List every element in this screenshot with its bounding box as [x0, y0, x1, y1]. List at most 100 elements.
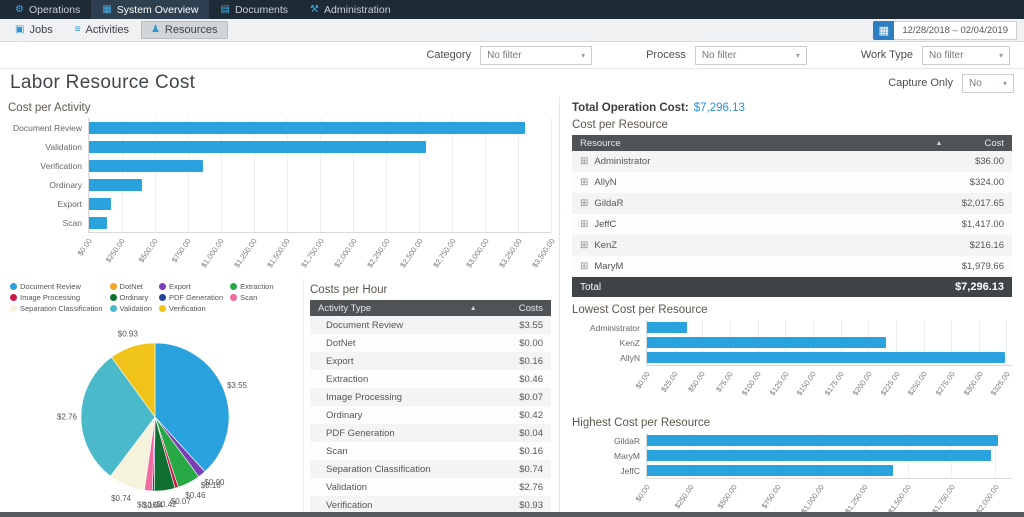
bar-gildar[interactable]	[647, 435, 998, 446]
table-row-ordinary[interactable]: Ordinary $0.42	[310, 406, 551, 424]
pie-value-label: $3.55	[227, 381, 248, 390]
legend-item-pdf-generation[interactable]: PDF Generation	[158, 293, 223, 302]
work-type-filter-select[interactable]: No filter ▾	[922, 45, 1010, 65]
date-range-display[interactable]: 12/28/2018 – 02/04/2019	[894, 20, 1017, 40]
table-row-administrator[interactable]: ⊞ Administrator $36.00	[572, 151, 1012, 172]
tools-icon: ⚒	[310, 3, 320, 15]
legend-item-image-processing[interactable]: Image Processing	[10, 293, 103, 302]
process-filter-select[interactable]: No filter ▾	[694, 45, 807, 65]
legend-label: Extraction	[240, 282, 274, 291]
expand-plus-icon[interactable]: ⊞	[580, 240, 588, 251]
table-row-scan[interactable]: Scan $0.16	[310, 442, 551, 460]
table-row-separation-classification[interactable]: Separation Classification $0.74	[310, 460, 551, 478]
capture-only-value: No	[969, 77, 982, 89]
table-row-marym[interactable]: ⊞ MaryM $1,979.66	[572, 256, 1012, 277]
grid-icon: ▦	[102, 3, 112, 15]
briefcase-icon: ▣	[15, 24, 25, 35]
cost-per-activity-chart: Document Review Validation Verification Ord…	[8, 118, 557, 277]
expand-plus-icon[interactable]: ⊞	[580, 156, 588, 167]
legend-item-ordinary[interactable]: Ordinary	[109, 293, 152, 302]
table-row-gildar[interactable]: ⊞ GildaR $2,017.65	[572, 193, 1012, 214]
table-row-kenz[interactable]: ⊞ KenZ $216.16	[572, 235, 1012, 256]
expand-plus-icon[interactable]: ⊞	[580, 198, 588, 209]
legend-item-document-review[interactable]: Document Review	[10, 282, 103, 291]
nav-documents[interactable]: ▤ Documents	[209, 0, 299, 19]
row-label: MaryM	[594, 261, 624, 272]
sort-ascending-icon[interactable]: ▲	[470, 305, 477, 312]
category-label: Administrator	[589, 322, 640, 333]
axis-tick-label: $1,000.00	[799, 482, 827, 512]
tab-jobs[interactable]: ▣ Jobs	[5, 21, 63, 39]
highest-cost-per-resource-chart: GildaR MaryM JeffC $0.00 $250.00 $500.00 $750…	[572, 433, 1012, 512]
cost-per-resource-table: Resource ▲ Cost ⊞ Administrator $36.00 ⊞ All…	[572, 135, 1012, 297]
row-label: Image Processing	[326, 391, 403, 403]
calendar-button[interactable]: ▦	[873, 20, 895, 40]
costs-per-hour-title: Costs per Hour	[310, 284, 388, 296]
legend-color-dot	[158, 305, 166, 312]
expand-plus-icon[interactable]: ⊞	[580, 177, 588, 188]
bar-jeffc[interactable]	[647, 465, 894, 476]
legend-item-validation[interactable]: Validation	[109, 304, 152, 313]
bar-scan[interactable]	[89, 216, 108, 229]
row-label: Ordinary	[326, 409, 363, 421]
nav-system-overview[interactable]: ▦ System Overview	[91, 0, 210, 19]
table-row-pdf-generation[interactable]: PDF Generation $0.04	[310, 424, 551, 442]
table-row-export[interactable]: Export $0.16	[310, 352, 551, 370]
legend-item-verification[interactable]: Verification	[158, 304, 223, 313]
nav-administration[interactable]: ⚒ Administration	[299, 0, 402, 19]
bar-administrator[interactable]	[647, 322, 687, 333]
table-row-image-processing[interactable]: Image Processing $0.07	[310, 388, 551, 406]
legend-item-scan[interactable]: Scan	[230, 293, 273, 302]
table-header[interactable]: Activity Type ▲ Costs	[310, 300, 551, 316]
bar-allyn[interactable]	[647, 352, 1006, 363]
pie-value-label: $0.74	[111, 494, 132, 503]
table-header[interactable]: Resource ▲ Cost	[572, 135, 1012, 151]
main-content: Cost per Activity Document Review Validat…	[0, 97, 1024, 512]
legend-item-extraction[interactable]: Extraction	[230, 282, 274, 291]
expand-plus-icon[interactable]: ⊞	[580, 261, 588, 272]
total-operation-cost-value[interactable]: $7,296.13	[694, 102, 745, 114]
column-header-resource[interactable]: Resource	[580, 138, 936, 149]
bottom-left-panels: Document Review DotNet Export Extraction Ima…	[8, 279, 551, 512]
tab-activities[interactable]: ≡ Activities	[65, 21, 139, 39]
column-header-costs[interactable]: Costs	[519, 303, 543, 314]
bar-document-review[interactable]	[89, 121, 525, 134]
capture-only-select[interactable]: No ▾	[962, 73, 1014, 93]
table-row-allyn[interactable]: ⊞ AllyN $324.00	[572, 172, 1012, 193]
column-header-activity-type[interactable]: Activity Type	[318, 303, 470, 314]
expand-plus-icon[interactable]: ⊞	[580, 219, 588, 230]
table-row-document-review[interactable]: Document Review $3.55	[310, 316, 551, 334]
table-row-extraction[interactable]: Extraction $0.46	[310, 370, 551, 388]
axis-tick-label: $0.00	[633, 482, 652, 504]
nav-operations[interactable]: ⚙ Operations	[4, 0, 91, 19]
table-row-verification[interactable]: Verification $0.93	[310, 496, 551, 512]
legend-item-export[interactable]: Export	[158, 282, 223, 291]
sort-ascending-icon[interactable]: ▲	[936, 140, 943, 147]
axis-tick-label: $1,000.00	[199, 236, 227, 270]
column-header-cost[interactable]: Cost	[984, 138, 1004, 149]
row-value: $0.00	[519, 337, 543, 349]
process-filter-label: Process	[646, 49, 686, 61]
bar-kenz[interactable]	[647, 337, 887, 348]
legend-item-separation-classification[interactable]: Separation Classification	[10, 304, 103, 313]
row-value: $0.04	[519, 427, 543, 439]
capture-only-control: Capture Only No ▾	[888, 73, 1014, 93]
legend-item-dotnet[interactable]: DotNet	[109, 282, 152, 291]
category-filter-select[interactable]: No filter ▾	[480, 45, 593, 65]
bar-validation[interactable]	[89, 140, 426, 153]
chevron-down-icon: ▾	[998, 50, 1003, 60]
sub-toolbar: ▣ Jobs ≡ Activities ♟ Resources ▦ 12/28/…	[0, 19, 1024, 42]
axis-tick-label: $1,750.00	[298, 236, 326, 270]
axis-tick-label: $250.00	[906, 369, 929, 398]
row-value: $324.00	[969, 177, 1004, 188]
bar-verification[interactable]	[89, 159, 203, 172]
table-row-jeffc[interactable]: ⊞ JeffC $1,417.00	[572, 214, 1012, 235]
bar-ordinary[interactable]	[89, 178, 142, 191]
bars	[89, 118, 551, 232]
axis-tick-label: $100.00	[739, 369, 763, 398]
bar-export[interactable]	[89, 197, 112, 210]
tab-resources[interactable]: ♟ Resources	[140, 21, 228, 39]
table-row-dotnet[interactable]: DotNet $0.00	[310, 334, 551, 352]
table-row-validation[interactable]: Validation $2.76	[310, 478, 551, 496]
bar-marym[interactable]	[647, 450, 992, 461]
